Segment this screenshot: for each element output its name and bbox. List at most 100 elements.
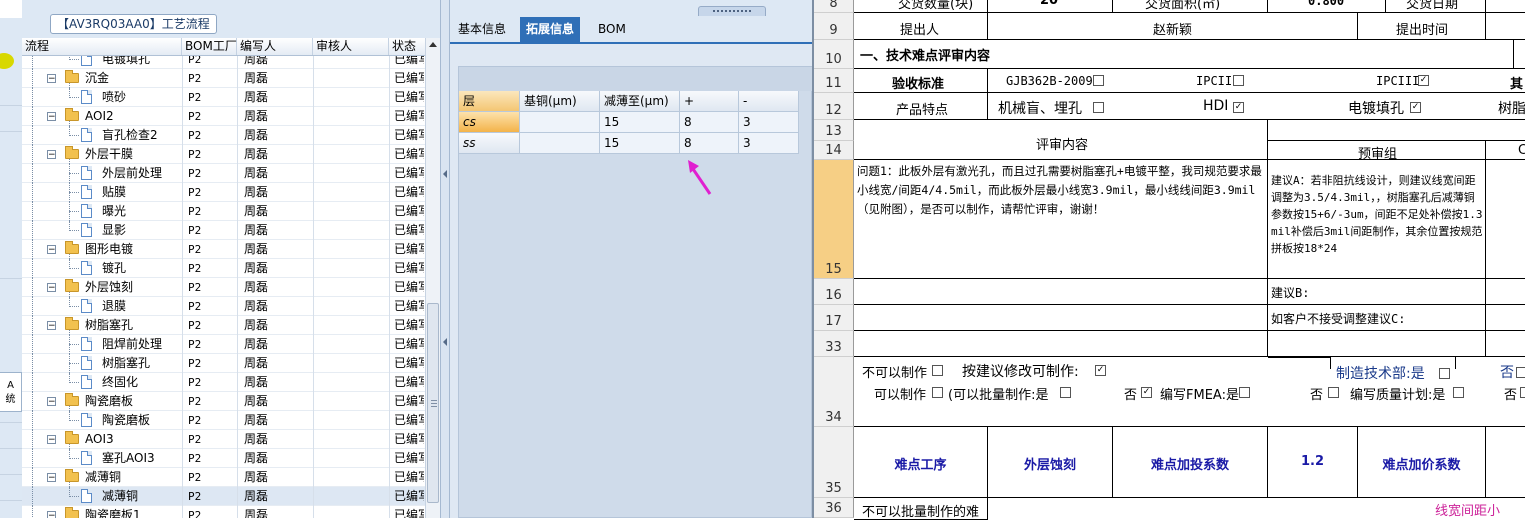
sheet-cell[interactable]	[1514, 40, 1525, 69]
pre-review-header[interactable]: 预审组	[1268, 141, 1486, 160]
collapse-icon[interactable]: −	[47, 473, 56, 483]
sheet-cell[interactable]	[854, 305, 1268, 331]
checkbox[interactable]	[1233, 75, 1244, 86]
col-header-reviewer[interactable]: 审核人	[313, 38, 389, 55]
col-header-writer[interactable]: 编写人	[237, 38, 313, 55]
sheet-row-number[interactable]: 13	[814, 120, 854, 141]
sheet-row-number[interactable]: 16	[814, 279, 854, 305]
sheet-cell[interactable]	[1486, 279, 1525, 305]
sheet-cell[interactable]: C	[1486, 141, 1525, 160]
grid-col-plus[interactable]: +	[680, 91, 739, 112]
collapse-icon[interactable]: −	[47, 511, 56, 518]
grid-cell-minus[interactable]: 3	[739, 112, 799, 133]
grid-col-layer[interactable]: 层	[459, 91, 520, 112]
tree-row[interactable]: − 图形电镀 P2 周磊 已编写	[22, 240, 440, 259]
grid-col-thin-to[interactable]: 减薄至(μm)	[600, 91, 680, 112]
tree-row[interactable]: 终固化 P2 周磊 已编写	[22, 373, 440, 392]
sheet-cell[interactable]: 0.800	[1268, 0, 1386, 13]
tree-row[interactable]: − 树脂塞孔 P2 周磊 已编写	[22, 316, 440, 335]
tree-row[interactable]: 盲孔检查2 P2 周磊 已编写	[22, 126, 440, 145]
tree-scrollbar[interactable]	[425, 38, 441, 518]
tree-row[interactable]: − 减薄铜 P2 周磊 已编写	[22, 468, 440, 487]
sheet-row-number[interactable]: 35	[814, 427, 854, 498]
checkbox[interactable]	[1328, 387, 1339, 398]
sheet-cell[interactable]	[1486, 331, 1525, 357]
suggestion-a-cell[interactable]: 建议A：若非阻抗线设计，则建议线宽间距调整为3.5/4.3mil，，树脂塞孔后减…	[1268, 160, 1486, 279]
checkbox[interactable]	[932, 387, 943, 398]
collapse-icon[interactable]: −	[47, 74, 56, 84]
checkbox[interactable]	[1439, 368, 1450, 379]
checkbox[interactable]	[1453, 387, 1464, 398]
tab-extended-info[interactable]: 拓展信息	[520, 17, 581, 42]
tree-row[interactable]: 贴膜 P2 周磊 已编写	[22, 183, 440, 202]
sheet-cell[interactable]	[1486, 427, 1525, 498]
sheet-row-number[interactable]: 9	[814, 13, 854, 40]
tree-row[interactable]: 外层前处理 P2 周磊 已编写	[22, 164, 440, 183]
sheet-cell[interactable]: 提出人	[854, 13, 988, 40]
grid-row-layer[interactable]: cs	[459, 112, 520, 133]
sheet-cell[interactable]	[1268, 120, 1525, 141]
sheet-cell[interactable]: 赵新颖	[988, 13, 1358, 40]
side-tab[interactable]: A统	[0, 372, 22, 412]
tab-bom[interactable]: BOM	[592, 17, 632, 42]
sheet-row-number[interactable]: 17	[814, 305, 854, 331]
collapse-icon[interactable]: −	[47, 321, 56, 331]
review-content-header[interactable]: 评审内容	[854, 120, 1268, 160]
collapse-left-icon-2[interactable]	[443, 338, 447, 346]
grid-cell-plus[interactable]: 8	[680, 112, 739, 133]
checkbox[interactable]	[1093, 102, 1104, 113]
tree-row[interactable]: 电镀填孔 P2 周磊 已编写	[22, 56, 440, 69]
sheet-row-number[interactable]: 34	[814, 357, 854, 427]
difficulty-cell[interactable]: 1.2	[1268, 427, 1358, 498]
difficulty-cell[interactable]: 外层蚀刻	[988, 427, 1113, 498]
panel-grip-handle[interactable]	[698, 6, 766, 16]
checkbox-checked[interactable]: ✓	[1095, 365, 1106, 376]
checkbox[interactable]	[1060, 387, 1071, 398]
grid-cell-base[interactable]	[520, 133, 600, 154]
scrollbar-thumb[interactable]	[427, 303, 439, 503]
tree-row[interactable]: 阻焊前处理 P2 周磊 已编写	[22, 335, 440, 354]
collapse-icon[interactable]: −	[47, 245, 56, 255]
sheet-row-number[interactable]: 8	[814, 0, 854, 13]
collapse-icon[interactable]: −	[47, 150, 56, 160]
problem-description-cell[interactable]: 问题1：此板外层有激光孔，而且过孔需要树脂塞孔+电镀平整，我司规范要求最小线宽/…	[854, 160, 1268, 279]
tree-row[interactable]: 曝光 P2 周磊 已编写	[22, 202, 440, 221]
sheet-cell[interactable]: 产品特点	[854, 93, 988, 120]
grid-cell-plus[interactable]: 8	[680, 133, 739, 154]
col-header-process[interactable]: 流程	[22, 38, 182, 55]
grid-cell-minus[interactable]: 3	[739, 133, 799, 154]
tree-row[interactable]: 塞孔AOI3 P2 周磊 已编写	[22, 449, 440, 468]
col-header-bom-factory[interactable]: BOM工厂	[182, 38, 237, 55]
checkbox[interactable]	[932, 365, 943, 376]
collapse-icon[interactable]: −	[47, 283, 56, 293]
checkbox-checked[interactable]: ✓	[1410, 102, 1421, 113]
sheet-cell[interactable]	[1268, 331, 1486, 357]
sheet-row-number[interactable]: 15	[814, 160, 854, 279]
sheet-cell[interactable]	[1486, 305, 1525, 331]
checkbox-checked[interactable]: ✓	[1233, 102, 1244, 113]
tree-row[interactable]: − 陶瓷磨板 P2 周磊 已编写	[22, 392, 440, 411]
grid-row-layer[interactable]: ss	[459, 133, 520, 154]
sheet-cell[interactable]	[854, 279, 1268, 305]
sheet-cell[interactable]	[1486, 0, 1525, 13]
tree-row[interactable]: 显影 P2 周磊 已编写	[22, 221, 440, 240]
tree-row[interactable]: − AOI3 P2 周磊 已编写	[22, 430, 440, 449]
tree-row[interactable]: − 陶瓷磨板1 P2 周磊 已编写	[22, 506, 440, 518]
sheet-cell[interactable]: 不可以批量制作的难	[854, 498, 988, 520]
grid-cell-thin[interactable]: 15	[600, 112, 680, 133]
checkbox[interactable]	[1520, 387, 1525, 398]
grid-cell-thin[interactable]: 15	[600, 133, 680, 154]
suggestion-b-cell[interactable]: 建议B:	[1268, 279, 1486, 305]
sheet-cell[interactable]: 提出时间	[1358, 13, 1486, 40]
checkbox[interactable]	[1516, 367, 1525, 378]
sheet-row-number[interactable]: 36	[814, 498, 854, 518]
grid-col-minus[interactable]: -	[739, 91, 799, 112]
collapse-left-icon[interactable]	[443, 170, 447, 178]
tree-row[interactable]: 镀孔 P2 周磊 已编写	[22, 259, 440, 278]
difficulty-cell[interactable]: 难点工序	[854, 427, 988, 498]
tab-basic-info[interactable]: 基本信息	[452, 17, 512, 42]
difficulty-cell[interactable]: 难点加价系数	[1358, 427, 1486, 498]
difficulty-cell[interactable]: 难点加投系数	[1113, 427, 1268, 498]
checkbox[interactable]	[1093, 75, 1104, 86]
sheet-cell[interactable]: 20	[988, 0, 1113, 13]
